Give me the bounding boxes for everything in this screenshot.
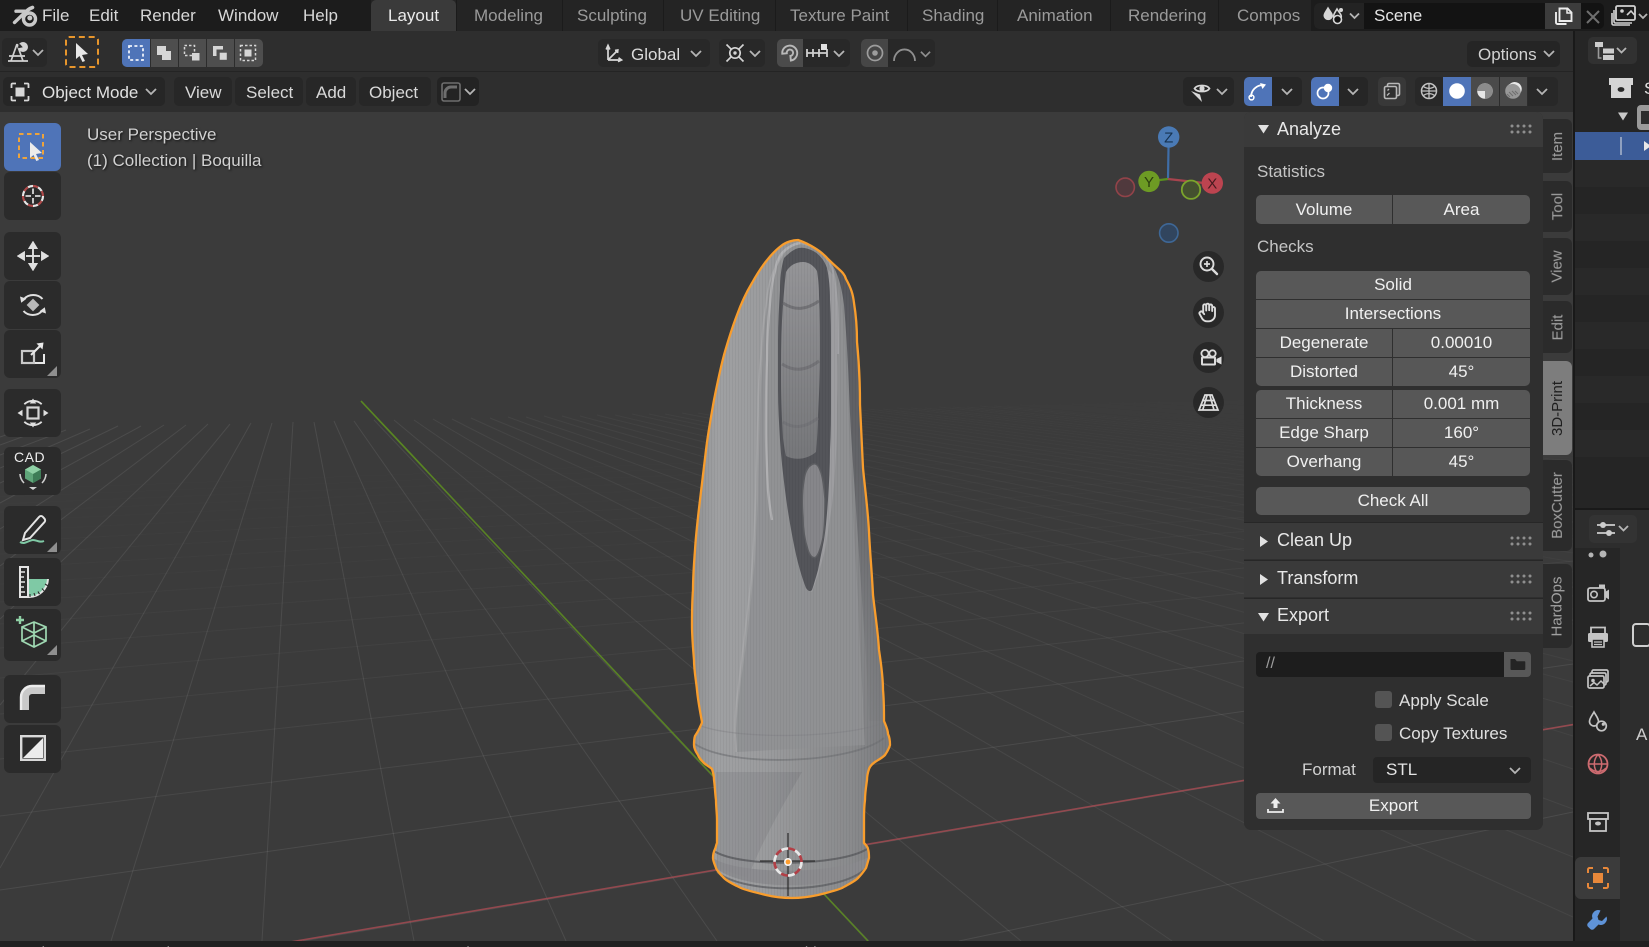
svg-text:Y: Y xyxy=(1144,174,1154,191)
svg-text:X: X xyxy=(1207,176,1217,193)
svg-text:Z: Z xyxy=(1164,130,1173,147)
